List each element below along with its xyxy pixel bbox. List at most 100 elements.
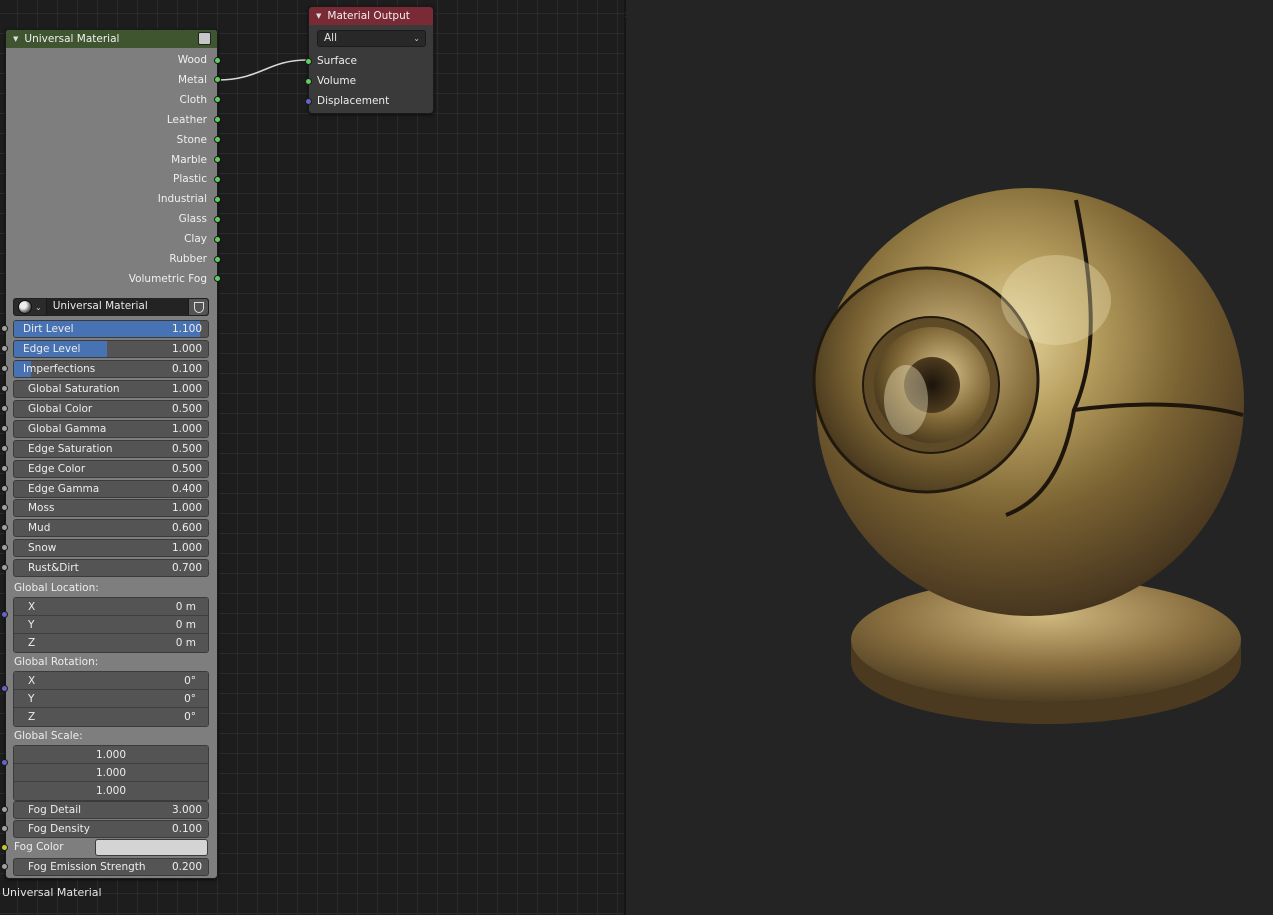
global-rotation-z-field[interactable]: Z0° [14,708,208,726]
target-dropdown-value: All [324,32,337,44]
output-label-cloth: Cloth [180,90,207,110]
material-output-node-header[interactable]: ▼ Material Output [309,7,433,25]
global-location-x-field[interactable]: X0 m [14,598,208,616]
global-rotation-y-field[interactable]: Y0° [14,690,208,708]
slider-edge-level[interactable]: Edge Level1.000 [13,340,209,358]
global-location-y-field[interactable]: Y0 m [14,616,208,634]
fog-density-field[interactable]: Fog Density 0.100 [13,820,209,838]
slider-dirt-level[interactable]: Dirt Level1.100 [13,320,209,338]
field-label: Rust&Dirt [28,560,79,576]
fog-color-socket[interactable] [1,844,8,851]
collapse-triangle-icon[interactable]: ▼ [316,12,321,20]
output-socket-cloth[interactable] [214,96,221,103]
field-rust-dirt[interactable]: Rust&Dirt 0.700 [13,559,209,577]
output-socket-wood[interactable] [214,57,221,64]
material-name-field[interactable]: Universal Material [46,298,188,316]
material-preview-viewport[interactable] [626,0,1273,915]
input-socket-snow[interactable] [1,544,8,551]
global-scale-component-0[interactable]: 1.000 [14,746,208,764]
field-edge-gamma[interactable]: Edge Gamma0.400 [13,480,209,498]
collapse-triangle-icon[interactable]: ▼ [13,35,18,43]
scale-value: 1.000 [14,746,208,764]
input-socket-global-saturation[interactable] [1,385,8,392]
output-socket-rubber[interactable] [214,256,221,263]
input-socket-global-color[interactable] [1,405,8,412]
input-socket-mud[interactable] [1,524,8,531]
field-global-color[interactable]: Global Color0.500 [13,400,209,418]
chevron-down-icon[interactable]: ⌄ [35,303,42,312]
material-sphere-icon[interactable] [18,300,32,314]
output-socket-clay[interactable] [214,236,221,243]
fog-density-socket[interactable] [1,825,8,832]
output-socket-volumetric-fog[interactable] [214,275,221,282]
fog-emission-label: Fog Emission Strength [28,859,146,875]
global-rotation-vector[interactable]: X0°Y0°Z0° [13,671,209,727]
output-socket-leather[interactable] [214,116,221,123]
slider-imperfections[interactable]: Imperfections0.100 [13,360,209,378]
output-label-industrial: Industrial [158,189,207,209]
input-socket-rust-dirt[interactable] [1,564,8,571]
fog-color-swatch[interactable] [95,839,208,856]
output-label-plastic: Plastic [173,169,207,189]
output-label-metal: Metal [178,70,207,90]
input-socket-volume[interactable] [305,78,312,85]
node-group-icon[interactable] [198,32,211,45]
input-socket-displacement[interactable] [305,98,312,105]
output-socket-plastic[interactable] [214,176,221,183]
material-output-node[interactable]: ▼ Material Output All ⌄ SurfaceVolumeDis… [308,6,434,114]
input-socket-moss[interactable] [1,504,8,511]
global-location-socket[interactable] [1,611,8,618]
axis-value: 0° [184,672,196,690]
fog-emission-socket[interactable] [1,863,8,870]
input-socket-global-gamma[interactable] [1,425,8,432]
global-scale-component-1[interactable]: 1.000 [14,764,208,782]
input-socket-imperfections[interactable] [1,365,8,372]
material-selector[interactable]: ⌄ Universal Material [13,298,209,316]
chevron-down-icon: ⌄ [413,31,420,46]
field-value: 0.700 [172,560,202,576]
output-label-rubber: Rubber [169,249,207,269]
global-scale-vector[interactable]: 1.0001.0001.000 [13,745,209,801]
universal-material-node-header[interactable]: ▼ Universal Material [6,30,217,48]
output-socket-metal[interactable] [214,76,221,83]
output-socket-industrial[interactable] [214,196,221,203]
fog-emission-field[interactable]: Fog Emission Strength 0.200 [13,858,209,876]
axis-label: Y [28,690,34,708]
input-label-volume: Volume [317,71,356,91]
field-global-gamma[interactable]: Global Gamma1.000 [13,420,209,438]
global-location-z-field[interactable]: Z0 m [14,634,208,652]
input-socket-edge-level[interactable] [1,345,8,352]
global-rotation-x-field[interactable]: X0° [14,672,208,690]
global-scale-component-2[interactable]: 1.000 [14,782,208,800]
fog-detail-socket[interactable] [1,806,8,813]
fog-color-row: Fog Color [6,838,217,856]
output-socket-marble[interactable] [214,156,221,163]
output-socket-glass[interactable] [214,216,221,223]
slider-label: Dirt Level [23,321,74,337]
target-dropdown[interactable]: All ⌄ [317,30,426,47]
input-socket-edge-color[interactable] [1,465,8,472]
fog-detail-field[interactable]: Fog Detail 3.000 [13,801,209,819]
field-moss[interactable]: Moss1.000 [13,499,209,517]
global-scale-socket[interactable] [1,759,8,766]
input-socket-surface[interactable] [305,58,312,65]
input-socket-dirt-level[interactable] [1,325,8,332]
node-editor[interactable]: ▼ Universal Material WoodMetalClothLeath… [0,0,624,915]
axis-value: 0 m [176,634,196,652]
global-location-vector[interactable]: X0 mY0 mZ0 m [13,597,209,653]
field-global-saturation[interactable]: Global Saturation1.000 [13,380,209,398]
universal-material-node-title: Universal Material [24,33,119,45]
field-mud[interactable]: Mud0.600 [13,519,209,537]
output-label-wood: Wood [178,50,207,70]
field-snow[interactable]: Snow1.000 [13,539,209,557]
slider-value: 1.000 [172,341,202,357]
input-socket-edge-gamma[interactable] [1,485,8,492]
fake-user-shield-icon[interactable] [188,299,208,315]
field-edge-color[interactable]: Edge Color0.500 [13,460,209,478]
universal-material-node[interactable]: ▼ Universal Material WoodMetalClothLeath… [5,29,218,879]
field-edge-saturation[interactable]: Edge Saturation0.500 [13,440,209,458]
output-label-volumetric-fog: Volumetric Fog [129,269,207,289]
output-socket-stone[interactable] [214,136,221,143]
input-socket-edge-saturation[interactable] [1,445,8,452]
global-rotation-socket[interactable] [1,685,8,692]
